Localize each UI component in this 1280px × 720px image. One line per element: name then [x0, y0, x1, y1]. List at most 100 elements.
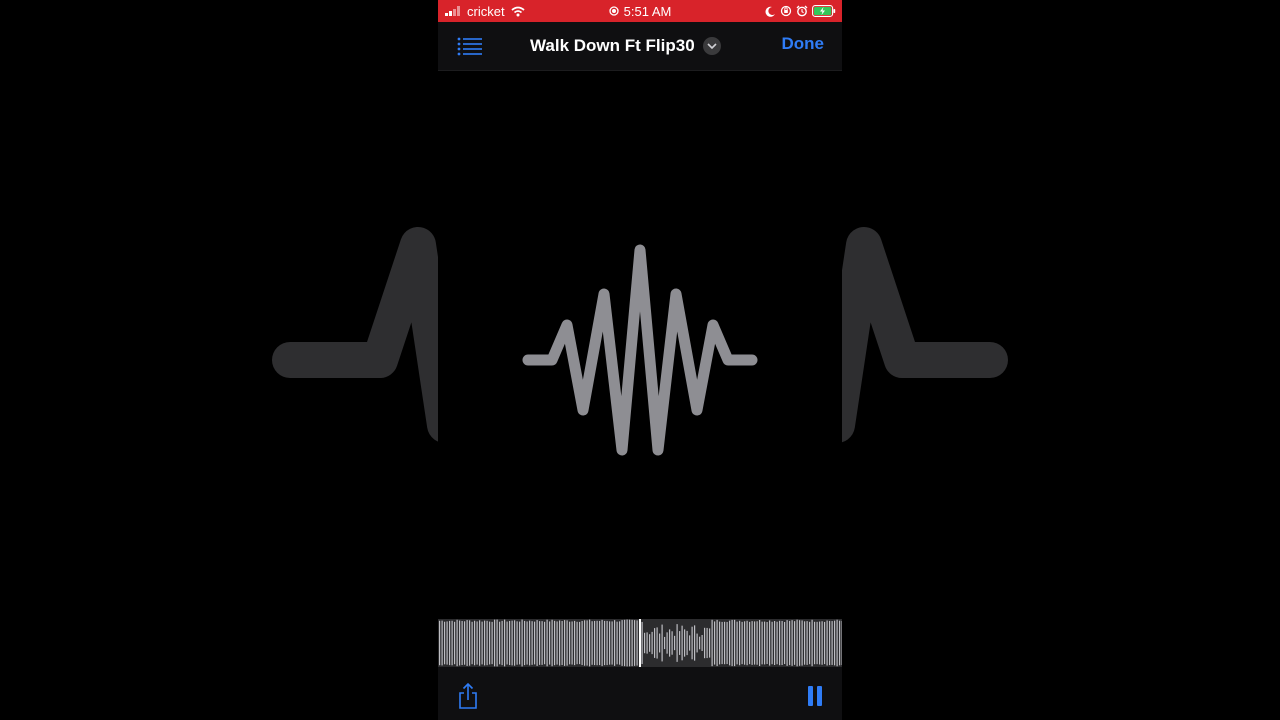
- waveform-bar: [729, 620, 731, 666]
- waveform-bar: [796, 619, 798, 667]
- status-right: [765, 0, 836, 22]
- waveform-bar: [589, 619, 591, 667]
- waveform-bar: [614, 620, 616, 666]
- waveform-bar: [829, 620, 831, 666]
- waveform-bar: [604, 620, 606, 666]
- waveform-bar: [494, 619, 496, 667]
- screen-record-icon: [608, 6, 619, 16]
- waveform-bar: [634, 620, 636, 666]
- waveform-bar: [539, 621, 541, 665]
- waveform-bar: [791, 620, 793, 666]
- waveform-bar: [821, 621, 823, 665]
- waveform-bar: [756, 621, 758, 665]
- waveform-bar: [629, 619, 631, 667]
- waveform-bar: [476, 621, 478, 665]
- waveform-bar: [596, 620, 598, 666]
- waveform-bar: [739, 620, 741, 666]
- waveform-bar: [504, 619, 506, 667]
- waveform-bar: [536, 620, 538, 666]
- waveform-bar: [721, 621, 723, 665]
- waveform-bar: [519, 621, 521, 665]
- waveform-bar: [564, 620, 566, 666]
- waveform-bar: [676, 624, 678, 662]
- waveform-bar: [541, 621, 543, 665]
- waveform-bar: [701, 634, 703, 652]
- status-time: 5:51 AM: [623, 3, 672, 19]
- waveform-bar: [581, 620, 583, 666]
- chevron-down-icon: [702, 37, 721, 55]
- waveform-bar: [454, 621, 456, 665]
- waveform-bar: [714, 621, 716, 665]
- waveform-bar: [771, 621, 773, 665]
- waveform-bar: [806, 621, 808, 665]
- waveform-bar: [489, 621, 491, 665]
- waveform-bar: [576, 621, 578, 665]
- waveform-bar: [741, 621, 743, 665]
- waveform-bar: [574, 620, 576, 666]
- waveform-bar: [641, 621, 643, 665]
- waveform-bar: [579, 621, 581, 665]
- waveform-bar: [514, 620, 516, 666]
- list-icon[interactable]: [456, 34, 484, 58]
- waveform-bar: [636, 620, 638, 666]
- waveform-bar: [761, 621, 763, 665]
- waveform-bar: [446, 621, 448, 665]
- waveform-bar: [699, 636, 701, 650]
- waveform-bar: [826, 620, 828, 666]
- alarm-icon: [796, 5, 808, 17]
- waveform-bar: [464, 621, 466, 665]
- waveform-bar: [449, 620, 451, 666]
- waveform-bar: [746, 620, 748, 666]
- waveform-bar: [631, 619, 633, 667]
- waveform-bar: [571, 621, 573, 665]
- waveform-bar: [611, 621, 613, 665]
- waveform-bar: [444, 621, 446, 665]
- waveform-bar: [774, 620, 776, 666]
- waveform-bar: [779, 620, 781, 666]
- status-bar: cricket 5:51 AM: [438, 0, 842, 22]
- waveform-bar: [786, 620, 788, 666]
- waveform-bar: [554, 620, 556, 666]
- waveform-bar: [719, 621, 721, 665]
- background-waveform-right: [842, 227, 1008, 443]
- playhead[interactable]: [639, 619, 641, 667]
- waveform-bar: [461, 620, 463, 666]
- waveform-bar: [781, 620, 783, 666]
- waveform-bar: [809, 621, 811, 665]
- waveform-bar: [441, 620, 443, 666]
- waveform-bar: [696, 633, 698, 653]
- waveform-bar: [661, 624, 663, 662]
- title-dropdown[interactable]: Walk Down Ft Flip30: [530, 32, 721, 60]
- waveform-bar: [474, 620, 476, 666]
- bottom-toolbar: [438, 667, 842, 720]
- waveform-bar: [591, 621, 593, 665]
- waveform-bar: [679, 631, 681, 655]
- waveform-bar: [769, 620, 771, 666]
- waveform-bar: [731, 619, 733, 667]
- pause-icon[interactable]: [807, 686, 823, 706]
- moon-icon: [765, 6, 775, 17]
- waveform-bar: [659, 633, 661, 653]
- waveform-bar: [606, 620, 608, 666]
- waveform-bar: [471, 621, 473, 665]
- waveform-bar: [799, 620, 801, 666]
- done-button[interactable]: Done: [782, 34, 825, 54]
- waveform-bar: [751, 621, 753, 665]
- waveform-bar: [824, 621, 826, 665]
- waveform-bar: [736, 621, 738, 665]
- share-icon[interactable]: [457, 682, 479, 710]
- waveform-bar: [534, 621, 536, 665]
- waveform-bar: [801, 620, 803, 666]
- waveform-bar: [831, 621, 833, 665]
- waveform-bar: [839, 620, 841, 666]
- waveform-bar: [601, 619, 603, 667]
- waveform-bar: [459, 620, 461, 666]
- waveform-bar: [549, 621, 551, 665]
- waveform-bar: [456, 619, 458, 667]
- waveform-bar: [499, 621, 501, 665]
- waveform-bar: [724, 621, 726, 665]
- waveform-bar: [836, 619, 838, 667]
- waveform-bar: [749, 621, 751, 665]
- waveform-bar: [544, 621, 546, 665]
- waveform-bar: [766, 621, 768, 665]
